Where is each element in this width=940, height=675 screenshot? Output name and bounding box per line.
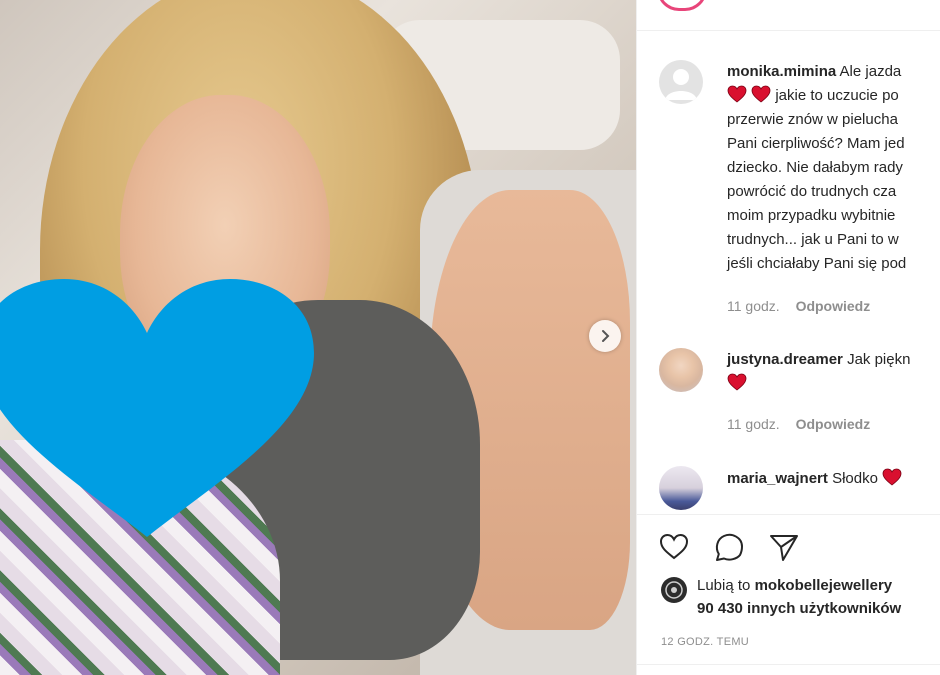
divider [637,514,940,515]
avatar[interactable] [659,466,703,510]
comment-line: powrócić do trudnych cza [727,183,897,200]
heart-icon[interactable] [657,530,691,564]
post-timestamp[interactable]: 12 GODZ. TEMU [661,636,749,648]
comment-text: justyna.dreamer Jak piękn [727,348,940,396]
red-heart-emoji-icon [751,85,771,103]
jewellery-logo-icon [665,581,683,599]
next-photo-button[interactable] [589,320,621,352]
comment-time[interactable]: 11 godz. [727,416,780,432]
comment-line: jakie to uczucie po [775,87,899,104]
likes-prefix: Lubią to [697,577,751,594]
likes-others[interactable]: 90 430 innych użytkowników [697,600,901,617]
comment-line: dziecko. Nie dałabym rady [727,159,903,176]
comment-meta: 11 godz. Odpowiedz [727,416,870,432]
liker-username[interactable]: mokobellejewellery [755,577,893,594]
comment-line: moim przypadku wybitnie [727,207,896,224]
reply-button[interactable]: Odpowiedz [796,416,871,432]
comment-username[interactable]: monika.mimina [727,63,836,80]
comment-icon[interactable] [712,530,746,564]
comment-line: Ale jazda [839,63,902,80]
comment-line: Słodko [832,470,878,487]
default-avatar-icon [665,69,697,100]
comments-panel: monika.mimina Ale jazda jakie to uczucie… [636,0,940,675]
red-heart-emoji-icon [727,85,747,103]
comment-line: jeśli chciałaby Pani się pod [727,255,907,272]
comment-line: Jak piękn [847,351,911,368]
avatar[interactable] [659,348,703,392]
reply-button[interactable]: Odpowiedz [796,298,871,314]
post-photo[interactable] [0,0,636,675]
comment-text: monika.mimina Ale jazda jakie to uczucie… [727,60,940,276]
comment-line: przerwie znów w pielucha [727,111,898,128]
red-heart-emoji-icon [882,468,902,486]
comment-time[interactable]: 11 godz. [727,298,780,314]
divider [637,664,940,665]
avatar[interactable] [659,60,703,104]
chevron-right-icon [602,330,610,342]
comment-line: Pani cierpliwość? Mam jed [727,135,905,152]
comment-username[interactable]: maria_wajnert [727,470,828,487]
comment-meta: 11 godz. Odpowiedz [727,298,870,314]
liker-avatar[interactable] [661,577,687,603]
likes-summary: Lubią to mokobellejewellery 90 430 innyc… [697,574,901,620]
divider [637,30,940,31]
profile-story-ring[interactable] [657,0,707,11]
comment-text: maria_wajnert Słodko [727,467,940,491]
heart-overlay-icon [0,279,314,537]
comment-username[interactable]: justyna.dreamer [727,351,843,368]
red-heart-emoji-icon [727,373,747,391]
share-icon[interactable] [767,530,801,564]
comment-line: trudnych... jak u Pani to w [727,231,899,248]
